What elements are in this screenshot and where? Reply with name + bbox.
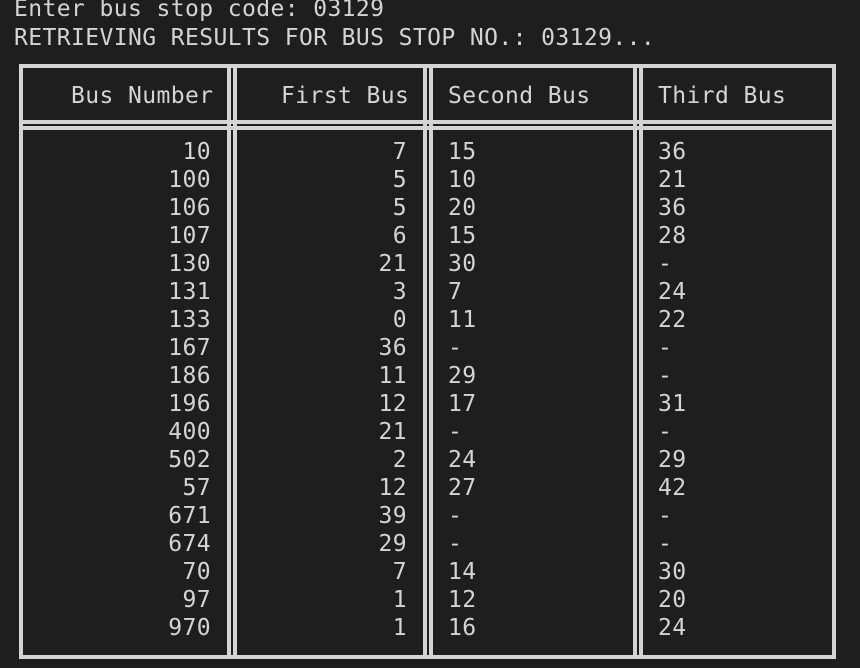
table-cell: 131: [168, 279, 211, 305]
table-cell: 12: [378, 391, 407, 417]
table-cell: 970: [168, 615, 211, 641]
table-cell: 36: [658, 195, 687, 221]
table-cell: 15: [448, 223, 477, 249]
table-cell: -: [448, 531, 463, 557]
table-cell: 24: [658, 279, 687, 305]
table-cell: 671: [168, 503, 211, 529]
column-separator: [639, 68, 643, 655]
table-cell: 133: [168, 307, 211, 333]
table-cell: 3: [392, 279, 407, 305]
table-cell: 0: [392, 307, 407, 333]
table-cell: 12: [448, 587, 477, 613]
table-cell: 1: [392, 587, 407, 613]
column-separator: [633, 68, 637, 655]
prompt-line: Enter bus stop code: 03129: [14, 0, 385, 22]
table-cell: 5: [392, 195, 407, 221]
table-cell: 11: [448, 307, 477, 333]
table-cell: 10: [182, 139, 211, 165]
header-separator: [23, 126, 832, 130]
table-cell: 20: [658, 587, 687, 613]
table-cell: 1: [392, 615, 407, 641]
table-cell: 29: [448, 363, 477, 389]
column-first-bus: 7 5 5 6 21 3 0 36 11 12 21 2 12 39 29 7 1 1: [237, 138, 407, 642]
status-line: RETRIEVING RESULTS FOR BUS STOP NO.: 031…: [14, 25, 656, 51]
header-third-bus: Third Bus: [658, 83, 787, 109]
table-cell: 22: [658, 307, 687, 333]
table-cell: 29: [658, 447, 687, 473]
table-cell: 17: [448, 391, 477, 417]
table-cell: 20: [448, 195, 477, 221]
table-cell: -: [448, 335, 463, 361]
table-cell: -: [658, 363, 673, 389]
table-cell: 70: [182, 559, 211, 585]
table-cell: 97: [182, 587, 211, 613]
table-cell: 39: [378, 503, 407, 529]
table-cell: 7: [392, 559, 407, 585]
table-cell: 16: [448, 615, 477, 641]
column-bus-number: 10 100 106 107 130 131 133 167 186 196 400 502 57 671…: [23, 138, 211, 642]
table-cell: -: [448, 503, 463, 529]
header-second-bus: Second Bus: [448, 83, 591, 109]
table-cell: 28: [658, 223, 687, 249]
header-first-bus: First Bus: [281, 83, 410, 109]
table-cell: 186: [168, 363, 211, 389]
table-cell: -: [658, 419, 673, 445]
header-separator: [23, 120, 832, 124]
table-cell: 5: [392, 167, 407, 193]
table-cell: 30: [658, 559, 687, 585]
table-cell: -: [448, 419, 463, 445]
table-cell: 15: [448, 139, 477, 165]
table-cell: 27: [448, 475, 477, 501]
column-third-bus: 36 21 36 28-24 22- -31-29 42- -30 20 24: [658, 138, 828, 642]
table-cell: 502: [168, 447, 211, 473]
table-cell: -: [658, 531, 673, 557]
table-cell: 196: [168, 391, 211, 417]
table-cell: 14: [448, 559, 477, 585]
table-cell: 100: [168, 167, 211, 193]
table-cell: 24: [448, 447, 477, 473]
table-cell: 24: [658, 615, 687, 641]
column-separator: [423, 68, 427, 655]
table-cell: 400: [168, 419, 211, 445]
table-cell: 2: [392, 447, 407, 473]
table-cell: 36: [378, 335, 407, 361]
results-table: Bus Number First Bus Second Bus Third Bu…: [19, 64, 836, 659]
table-cell: 7: [448, 279, 463, 305]
table-cell: 42: [658, 475, 687, 501]
table-cell: -: [658, 335, 673, 361]
table-cell: 31: [658, 391, 687, 417]
table-cell: 36: [658, 139, 687, 165]
table-cell: 21: [378, 251, 407, 277]
column-separator: [429, 68, 433, 655]
header-bus-number: Bus Number: [71, 83, 214, 109]
table-cell: 674: [168, 531, 211, 557]
table-cell: 30: [448, 251, 477, 277]
column-separator: [227, 68, 231, 655]
table-cell: 6: [392, 223, 407, 249]
table-cell: 57: [182, 475, 211, 501]
table-cell: 130: [168, 251, 211, 277]
table-cell: -: [658, 251, 673, 277]
table-cell: 107: [168, 223, 211, 249]
table-cell: -: [658, 503, 673, 529]
table-cell: 11: [378, 363, 407, 389]
table-cell: 21: [378, 419, 407, 445]
table-cell: 12: [378, 475, 407, 501]
table-cell: 167: [168, 335, 211, 361]
column-second-bus: 15 10 20 15 30 7 11-29 17-24 27- -14 12 16: [448, 138, 618, 642]
table-cell: 29: [378, 531, 407, 557]
table-cell: 21: [658, 167, 687, 193]
table-cell: 106: [168, 195, 211, 221]
table-cell: 7: [392, 139, 407, 165]
table-cell: 10: [448, 167, 477, 193]
